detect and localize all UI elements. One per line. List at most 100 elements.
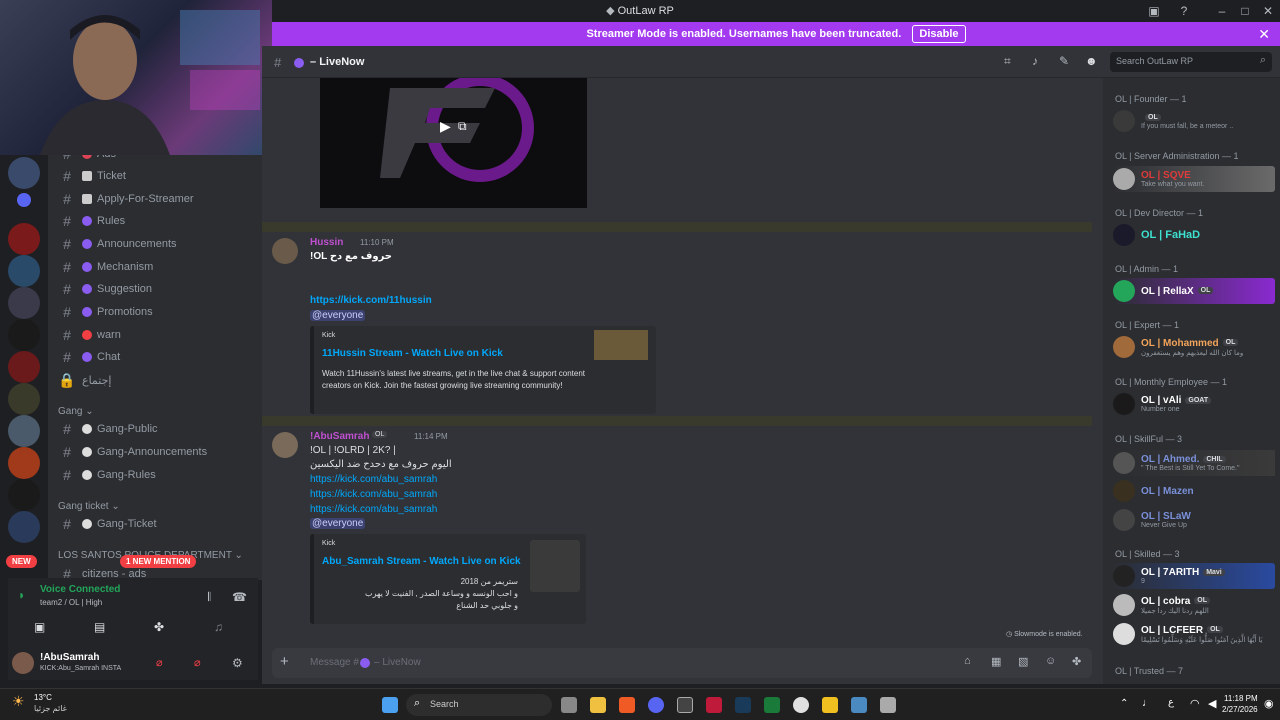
emoji-icon[interactable]: ☺ — [1045, 655, 1056, 667]
channel-mechanism[interactable]: # Mechanism — [58, 257, 153, 277]
member-item[interactable]: OL | RellaX OL — [1113, 278, 1275, 304]
server-icon[interactable] — [8, 157, 40, 189]
server-icon[interactable] — [8, 351, 40, 383]
server-icon[interactable] — [8, 383, 40, 415]
notifications-off-icon[interactable]: ♪ — [1032, 54, 1038, 68]
member-item[interactable]: OL | FaHaD — [1113, 222, 1275, 248]
server-icon[interactable] — [8, 479, 40, 511]
channel-meeting[interactable]: 🔒 إجتماع — [58, 370, 111, 390]
add-attachment-icon[interactable]: + — [280, 653, 289, 670]
everyone-mention[interactable]: @everyone — [310, 310, 366, 321]
message-composer[interactable]: + Message # – LiveNow ⌂ ▦ ▧ ☺ ✤ — [272, 648, 1092, 678]
screenshare-icon[interactable]: ▤ — [94, 620, 105, 634]
camera-icon[interactable]: ▣ — [34, 620, 45, 634]
disable-streamer-mode-button[interactable]: Disable — [912, 25, 966, 43]
channel-gang-public[interactable]: # Gang-Public — [58, 419, 157, 439]
member-item[interactable]: OL | Mohammed OL وما كان الله ليعذبهم وهم … — [1113, 334, 1275, 360]
steam-icon[interactable] — [735, 697, 751, 713]
settings-icon[interactable] — [851, 697, 867, 713]
member-item[interactable]: OL | cobra OL اللهم ردنا اليك ردا جميلا — [1113, 592, 1275, 618]
server-icon[interactable] — [8, 255, 40, 287]
app-icon[interactable] — [706, 697, 722, 713]
task-view-icon[interactable] — [561, 697, 577, 713]
clock-date[interactable]: 2/27/2026 — [1222, 705, 1258, 714]
wifi-icon[interactable]: ◠ — [1190, 697, 1200, 710]
sticker-icon[interactable]: ▧ — [1018, 655, 1028, 668]
member-item[interactable]: OL If you must fall, be a meteor .. — [1113, 108, 1275, 134]
obs-icon[interactable] — [677, 697, 693, 713]
brave-icon[interactable] — [619, 697, 635, 713]
server-icon[interactable] — [8, 319, 40, 351]
noise-suppression-icon[interactable]: 𝄃 — [208, 590, 211, 605]
member-item[interactable]: OL | SQVE Take what you want. — [1113, 166, 1275, 192]
tray-chevron-icon[interactable]: ⌃ — [1120, 698, 1128, 709]
soundboard-icon[interactable]: ♫ — [214, 620, 223, 634]
app-icon[interactable] — [793, 697, 809, 713]
external-link-icon[interactable]: ⧉ — [458, 119, 467, 134]
avatar[interactable] — [272, 238, 298, 264]
channel-chat[interactable]: # Chat — [58, 347, 120, 367]
voice-status[interactable]: Voice Connected — [40, 584, 120, 595]
message-link[interactable]: https://kick.com/abu_samrah — [310, 474, 437, 485]
apps-icon[interactable]: ✤ — [1072, 655, 1081, 668]
member-item[interactable]: OL | Ahmed. CHIL " The Best is Still Yet T… — [1113, 450, 1275, 476]
embed-image[interactable]: ▶ ⧉ — [320, 78, 587, 208]
app-icon[interactable] — [764, 697, 780, 713]
search-input[interactable]: Search OutLaw RP ⌕ — [1110, 52, 1272, 72]
notification-bell-icon[interactable]: ◉ — [1264, 697, 1274, 710]
pin-icon[interactable]: ✎ — [1059, 54, 1069, 68]
weather-temp[interactable]: 13°C — [34, 693, 52, 702]
server-icon[interactable] — [8, 287, 40, 319]
member-list-icon[interactable]: ☻ — [1085, 54, 1098, 68]
category-gang-ticket[interactable]: Gang ticket ⌄ — [58, 501, 120, 512]
folder-icon[interactable] — [17, 193, 31, 207]
channel-ticket[interactable]: # Ticket — [58, 166, 126, 186]
embed-title[interactable]: Abu_Samrah Stream - Watch Live on Kick — [322, 556, 521, 567]
server-icon[interactable] — [8, 223, 40, 255]
clock-time[interactable]: 11:18 PM — [1224, 694, 1258, 703]
channel-announcements[interactable]: # Announcements — [58, 234, 176, 254]
file-explorer-icon[interactable] — [590, 697, 606, 713]
close-window-button[interactable]: ✕ — [1260, 3, 1276, 19]
message-author[interactable]: !AbuSamrah — [310, 431, 369, 442]
gear-icon[interactable]: ⚙ — [232, 656, 243, 670]
member-item[interactable]: OL | Mazen — [1113, 478, 1275, 504]
server-tag-badge[interactable]: OL — [372, 431, 388, 438]
member-item[interactable]: OL | SLaW Never Give Up — [1113, 507, 1275, 533]
inbox-icon[interactable]: ▣ — [1146, 3, 1162, 19]
channel-gang-rules[interactable]: # Gang-Rules — [58, 465, 156, 485]
app-icon[interactable] — [822, 697, 838, 713]
server-icon[interactable] — [8, 447, 40, 479]
member-item[interactable]: OL | LCFEER OL يَا أَيُّهَا الَّذِينَ آمَن… — [1113, 621, 1275, 647]
member-item[interactable]: OL | vAli GOAT Number one — [1113, 391, 1275, 417]
everyone-mention[interactable]: @everyone — [310, 518, 366, 529]
channel-gang-announcements[interactable]: # Gang-Announcements — [58, 442, 207, 462]
channel-warn[interactable]: # warn — [58, 325, 121, 345]
category-gang[interactable]: Gang ⌄ — [58, 406, 94, 417]
deafen-icon[interactable]: ⌀ — [194, 656, 201, 669]
wolf-thumbnail[interactable] — [530, 540, 580, 592]
voice-channel[interactable]: team2 / OL | High — [40, 598, 102, 607]
gift-icon[interactable]: ⌂ — [964, 655, 971, 667]
channel-apply-for-streamer[interactable]: # Apply-For-Streamer — [58, 189, 193, 209]
help-icon[interactable]: ? — [1176, 3, 1192, 19]
weather-icon[interactable]: ☀ — [12, 693, 25, 710]
channel-promotions[interactable]: # Promotions — [58, 302, 153, 322]
message-link[interactable]: https://kick.com/abu_samrah — [310, 504, 437, 515]
taskbar-search[interactable]: ⌕ Search — [406, 694, 552, 716]
embed-title[interactable]: 11Hussin Stream - Watch Live on Kick — [322, 348, 503, 359]
input-language[interactable]: ع — [1168, 697, 1174, 708]
threads-icon[interactable]: ⌗ — [1004, 54, 1011, 69]
new-badge[interactable]: NEW — [6, 555, 37, 568]
server-icon[interactable] — [8, 511, 40, 543]
activities-icon[interactable]: ✤ — [154, 620, 164, 634]
avatar[interactable] — [272, 432, 298, 458]
server-icon[interactable] — [8, 415, 40, 447]
disconnect-icon[interactable]: ☎ — [232, 590, 247, 604]
play-icon[interactable]: ▶ — [440, 118, 451, 135]
embed-thumbnail[interactable] — [594, 330, 648, 360]
message-author[interactable]: Hussin — [310, 237, 343, 248]
volume-icon[interactable]: ◀ — [1208, 697, 1216, 710]
maximize-button[interactable]: □ — [1237, 3, 1253, 19]
message-link[interactable]: https://kick.com/11hussin — [310, 295, 432, 306]
